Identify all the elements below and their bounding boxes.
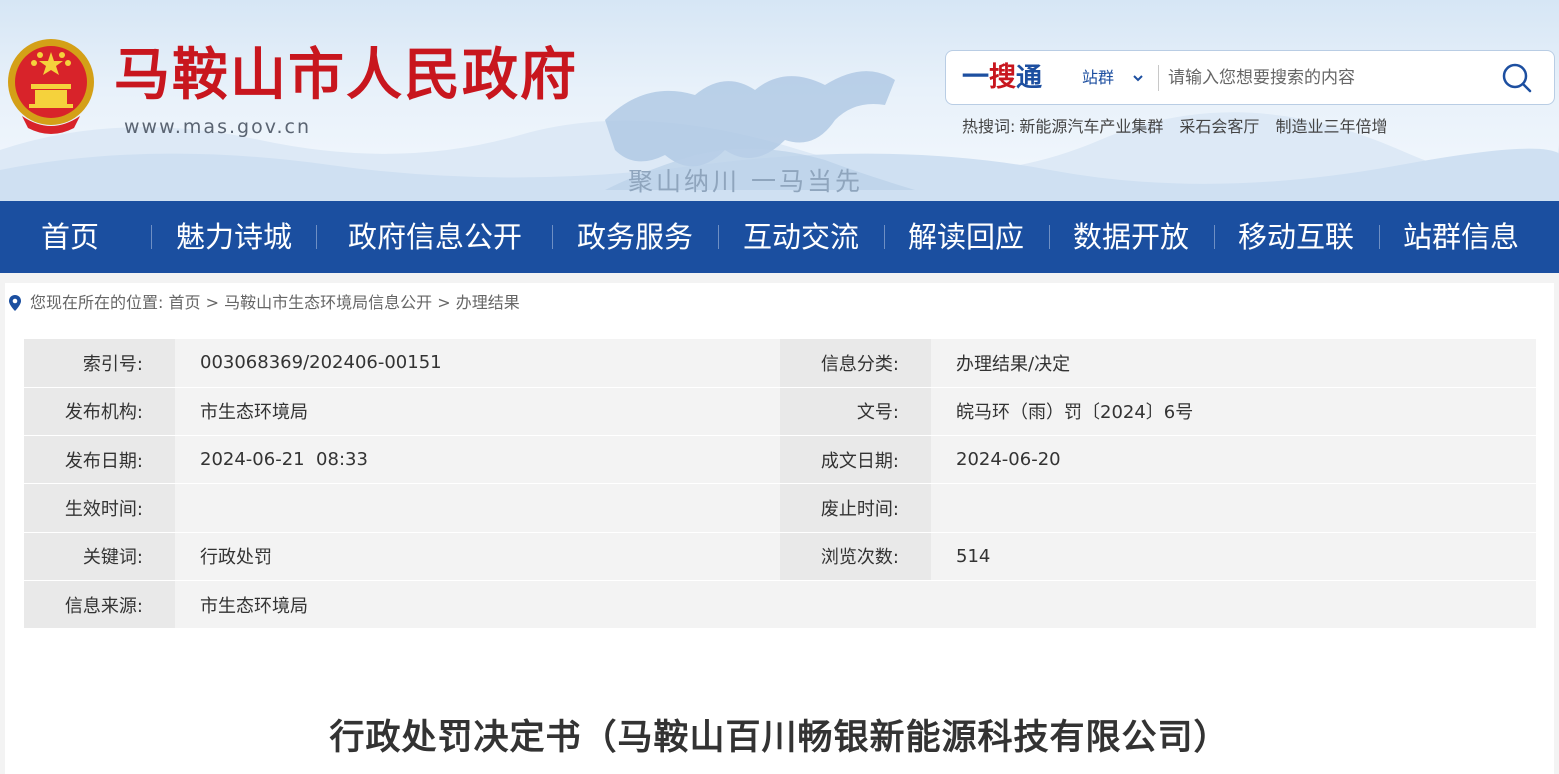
- breadcrumb-bureau[interactable]: 马鞍山市生态环境局信息公开: [224, 293, 432, 312]
- breadcrumb-home[interactable]: 首页: [169, 293, 201, 312]
- nav-item-open-data[interactable]: 数据开放: [1061, 201, 1201, 273]
- breadcrumb-current[interactable]: 办理结果: [456, 293, 520, 312]
- nav-divider: [718, 225, 719, 249]
- table-row: 信息来源: 市生态环境局: [24, 580, 1536, 630]
- table-row: 发布机构: 市生态环境局 文号: 皖马环（雨）罚〔2024〕6号: [24, 387, 1536, 437]
- meta-label: 信息分类:: [780, 339, 931, 388]
- search-brand-tong: 通: [1016, 63, 1043, 93]
- meta-label: 生效时间:: [24, 483, 175, 533]
- hot-search-term[interactable]: 采石会客厅: [1179, 117, 1259, 136]
- nav-divider: [552, 225, 553, 249]
- meta-value-views: 514: [931, 532, 1536, 581]
- nav-divider: [1379, 225, 1380, 249]
- search-icon[interactable]: [1496, 61, 1538, 95]
- search-brand: 一搜通: [962, 59, 1042, 97]
- slogan: 聚山纳川 一马当先: [628, 167, 863, 196]
- nav-item-gov-services[interactable]: 政务服务: [565, 201, 705, 273]
- location-pin-icon: [9, 295, 21, 311]
- hot-search-label: 热搜词:: [962, 117, 1016, 136]
- meta-label: 成文日期:: [780, 435, 931, 485]
- hot-search-term[interactable]: 新能源汽车产业集群: [1019, 117, 1163, 136]
- meta-value-keywords: 行政处罚: [175, 532, 780, 581]
- meta-label: 信息来源:: [24, 580, 175, 630]
- nav-item-interpretation[interactable]: 解读回应: [896, 201, 1036, 273]
- meta-label: 废止时间:: [780, 483, 931, 533]
- meta-value-doc-no: 皖马环（雨）罚〔2024〕6号: [931, 387, 1536, 437]
- breadcrumb-prefix: 您现在所在的位置:: [30, 293, 164, 312]
- site-header: 马鞍山市人民政府 www.mas.gov.cn 聚山纳川 一马当先 一搜通 站群…: [0, 0, 1559, 201]
- nav-item-home[interactable]: 首页: [20, 201, 120, 273]
- table-row: 发布日期: 2024-06-21 08:33 成文日期: 2024-06-20: [24, 435, 1536, 485]
- meta-label: 浏览次数:: [780, 532, 931, 581]
- nav-item-interaction[interactable]: 互动交流: [731, 201, 871, 273]
- nav-divider: [884, 225, 885, 249]
- search-divider: [1158, 65, 1159, 91]
- breadcrumb-separator: >: [205, 293, 220, 312]
- hot-search-term[interactable]: 制造业三年倍增: [1275, 117, 1387, 136]
- document-meta-table: 索引号: 003068369/202406-00151 信息分类: 办理结果/决…: [24, 339, 1536, 630]
- nav-divider: [1214, 225, 1215, 249]
- meta-value-written-date: 2024-06-20: [931, 435, 1536, 485]
- hot-search: 热搜词: 新能源汽车产业集群 采石会客厅 制造业三年倍增: [962, 116, 1387, 138]
- nav-divider: [1049, 225, 1050, 249]
- nav-item-poetry-city[interactable]: 魅力诗城: [164, 201, 304, 273]
- document-title: 行政处罚决定书（马鞍山百川畅银新能源科技有限公司）: [329, 718, 1230, 758]
- meta-label: 发布机构:: [24, 387, 175, 437]
- search-input[interactable]: [1168, 61, 1488, 95]
- nav-divider: [151, 225, 152, 249]
- site-url: www.mas.gov.cn: [124, 116, 311, 138]
- breadcrumb-separator: >: [437, 293, 451, 312]
- meta-label: 关键词:: [24, 532, 175, 581]
- national-emblem-icon: [8, 39, 94, 134]
- search-scope-select[interactable]: 站群: [1082, 67, 1114, 89]
- site-title[interactable]: 马鞍山市人民政府: [114, 40, 578, 110]
- meta-value-abolished: [931, 483, 1536, 533]
- table-row: 关键词: 行政处罚 浏览次数: 514: [24, 532, 1536, 581]
- main-nav: 首页 魅力诗城 政府信息公开 政务服务 互动交流 解读回应 数据开放 移动互联 …: [0, 201, 1559, 273]
- chevron-down-icon[interactable]: [1132, 70, 1144, 86]
- table-row: 生效时间: 废止时间:: [24, 483, 1536, 533]
- meta-label: 发布日期:: [24, 435, 175, 485]
- meta-value-source: 市生态环境局: [175, 580, 1536, 630]
- meta-label: 文号:: [780, 387, 931, 437]
- nav-item-gov-info[interactable]: 政府信息公开: [330, 201, 540, 273]
- search-brand-yi: 一: [962, 62, 989, 93]
- meta-value-index-no: 003068369/202406-00151: [175, 339, 780, 388]
- nav-divider: [316, 225, 317, 249]
- search-box: 一搜通 站群: [945, 50, 1555, 105]
- meta-label: 索引号:: [24, 339, 175, 388]
- meta-value-category: 办理结果/决定: [931, 339, 1536, 388]
- nav-item-mobile[interactable]: 移动互联: [1226, 201, 1366, 273]
- search-brand-sou: 搜: [989, 62, 1016, 93]
- meta-value-publish-date: 2024-06-21 08:33: [175, 435, 780, 485]
- meta-value-effective: [175, 483, 780, 533]
- table-row: 索引号: 003068369/202406-00151 信息分类: 办理结果/决…: [24, 339, 1536, 388]
- meta-value-publisher: 市生态环境局: [175, 387, 780, 437]
- nav-item-site-group[interactable]: 站群信息: [1391, 201, 1531, 273]
